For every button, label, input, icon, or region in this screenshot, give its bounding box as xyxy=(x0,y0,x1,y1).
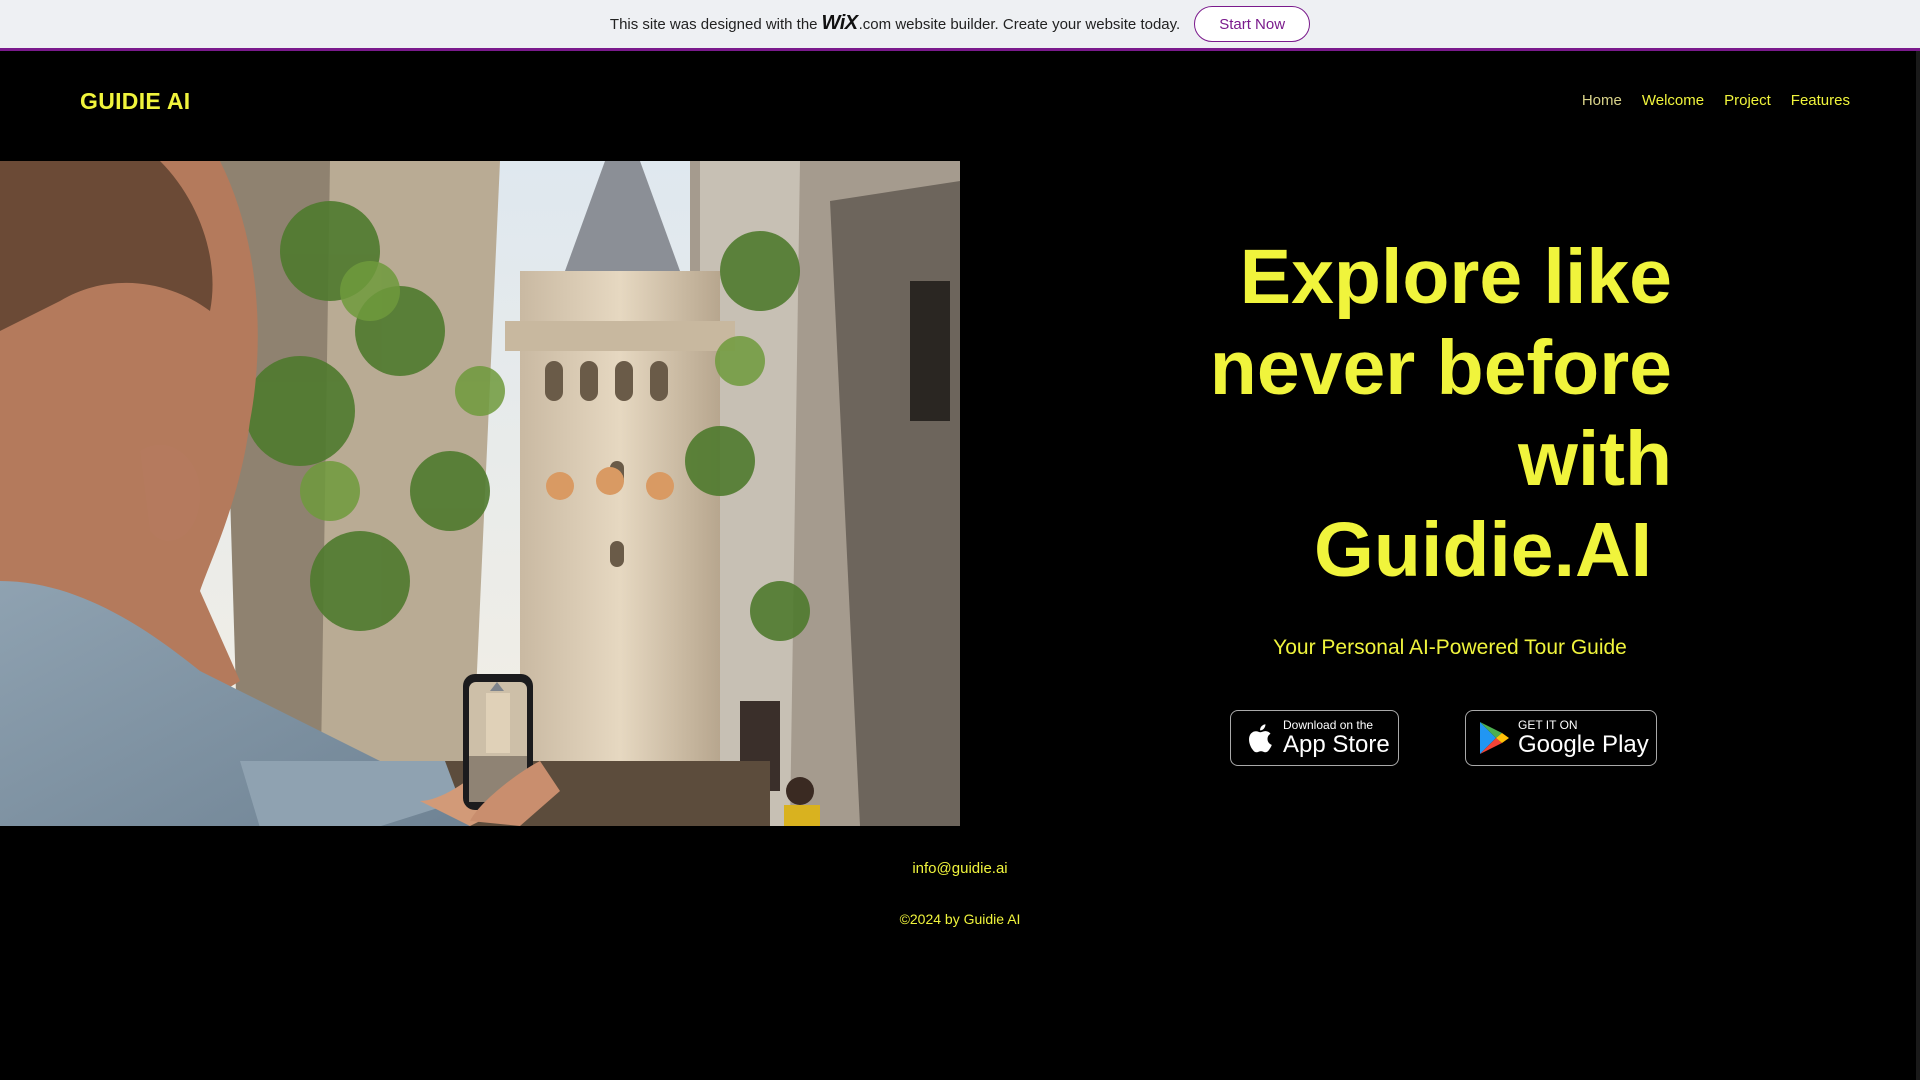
nav-home[interactable]: Home xyxy=(1582,92,1622,109)
wix-logo: WiX xyxy=(821,11,859,34)
app-store-button[interactable]: Download on the App Store xyxy=(1230,710,1399,766)
headline-line-1: Explore like xyxy=(1239,234,1672,320)
google-play-big: Google Play xyxy=(1518,731,1649,758)
hero-headline: Explore like never before with Guidie.AI xyxy=(1160,232,1672,596)
google-play-small: GET IT ON xyxy=(1518,718,1578,732)
apple-icon xyxy=(1241,723,1277,753)
app-store-small: Download on the xyxy=(1283,718,1374,732)
main-nav: Home Welcome Project Features xyxy=(1582,92,1850,109)
wix-promo-banner: This site was designed with the WiX .com… xyxy=(0,0,1920,51)
headline-line-4: Guidie.AI xyxy=(1314,507,1652,593)
site-logo[interactable]: GUIDIE AI xyxy=(80,88,190,115)
footer-email: info@guidie.ai xyxy=(0,860,1920,877)
start-now-button[interactable]: Start Now xyxy=(1194,6,1311,42)
nav-features[interactable]: Features xyxy=(1791,92,1850,109)
headline-line-2: never before xyxy=(1209,325,1672,411)
wix-banner-text-after: .com website builder. Create your websit… xyxy=(858,15,1181,33)
wix-banner-text: This site was designed with the WiX .com… xyxy=(610,12,1180,37)
nav-project[interactable]: Project xyxy=(1724,92,1771,109)
app-store-big: App Store xyxy=(1283,731,1390,758)
google-play-button[interactable]: GET IT ON Google Play xyxy=(1465,710,1657,766)
hero-tagline: Your Personal AI-Powered Tour Guide xyxy=(1273,636,1627,659)
headline-line-3: with xyxy=(1518,416,1672,502)
footer-email-link[interactable]: info@guidie.ai xyxy=(912,860,1007,877)
google-play-icon xyxy=(1476,720,1512,756)
nav-welcome[interactable]: Welcome xyxy=(1642,92,1704,109)
hero-image xyxy=(0,161,960,826)
footer-copyright: ©2024 by Guidie AI xyxy=(899,911,1021,927)
wix-banner-text-before: This site was designed with the xyxy=(609,15,818,33)
